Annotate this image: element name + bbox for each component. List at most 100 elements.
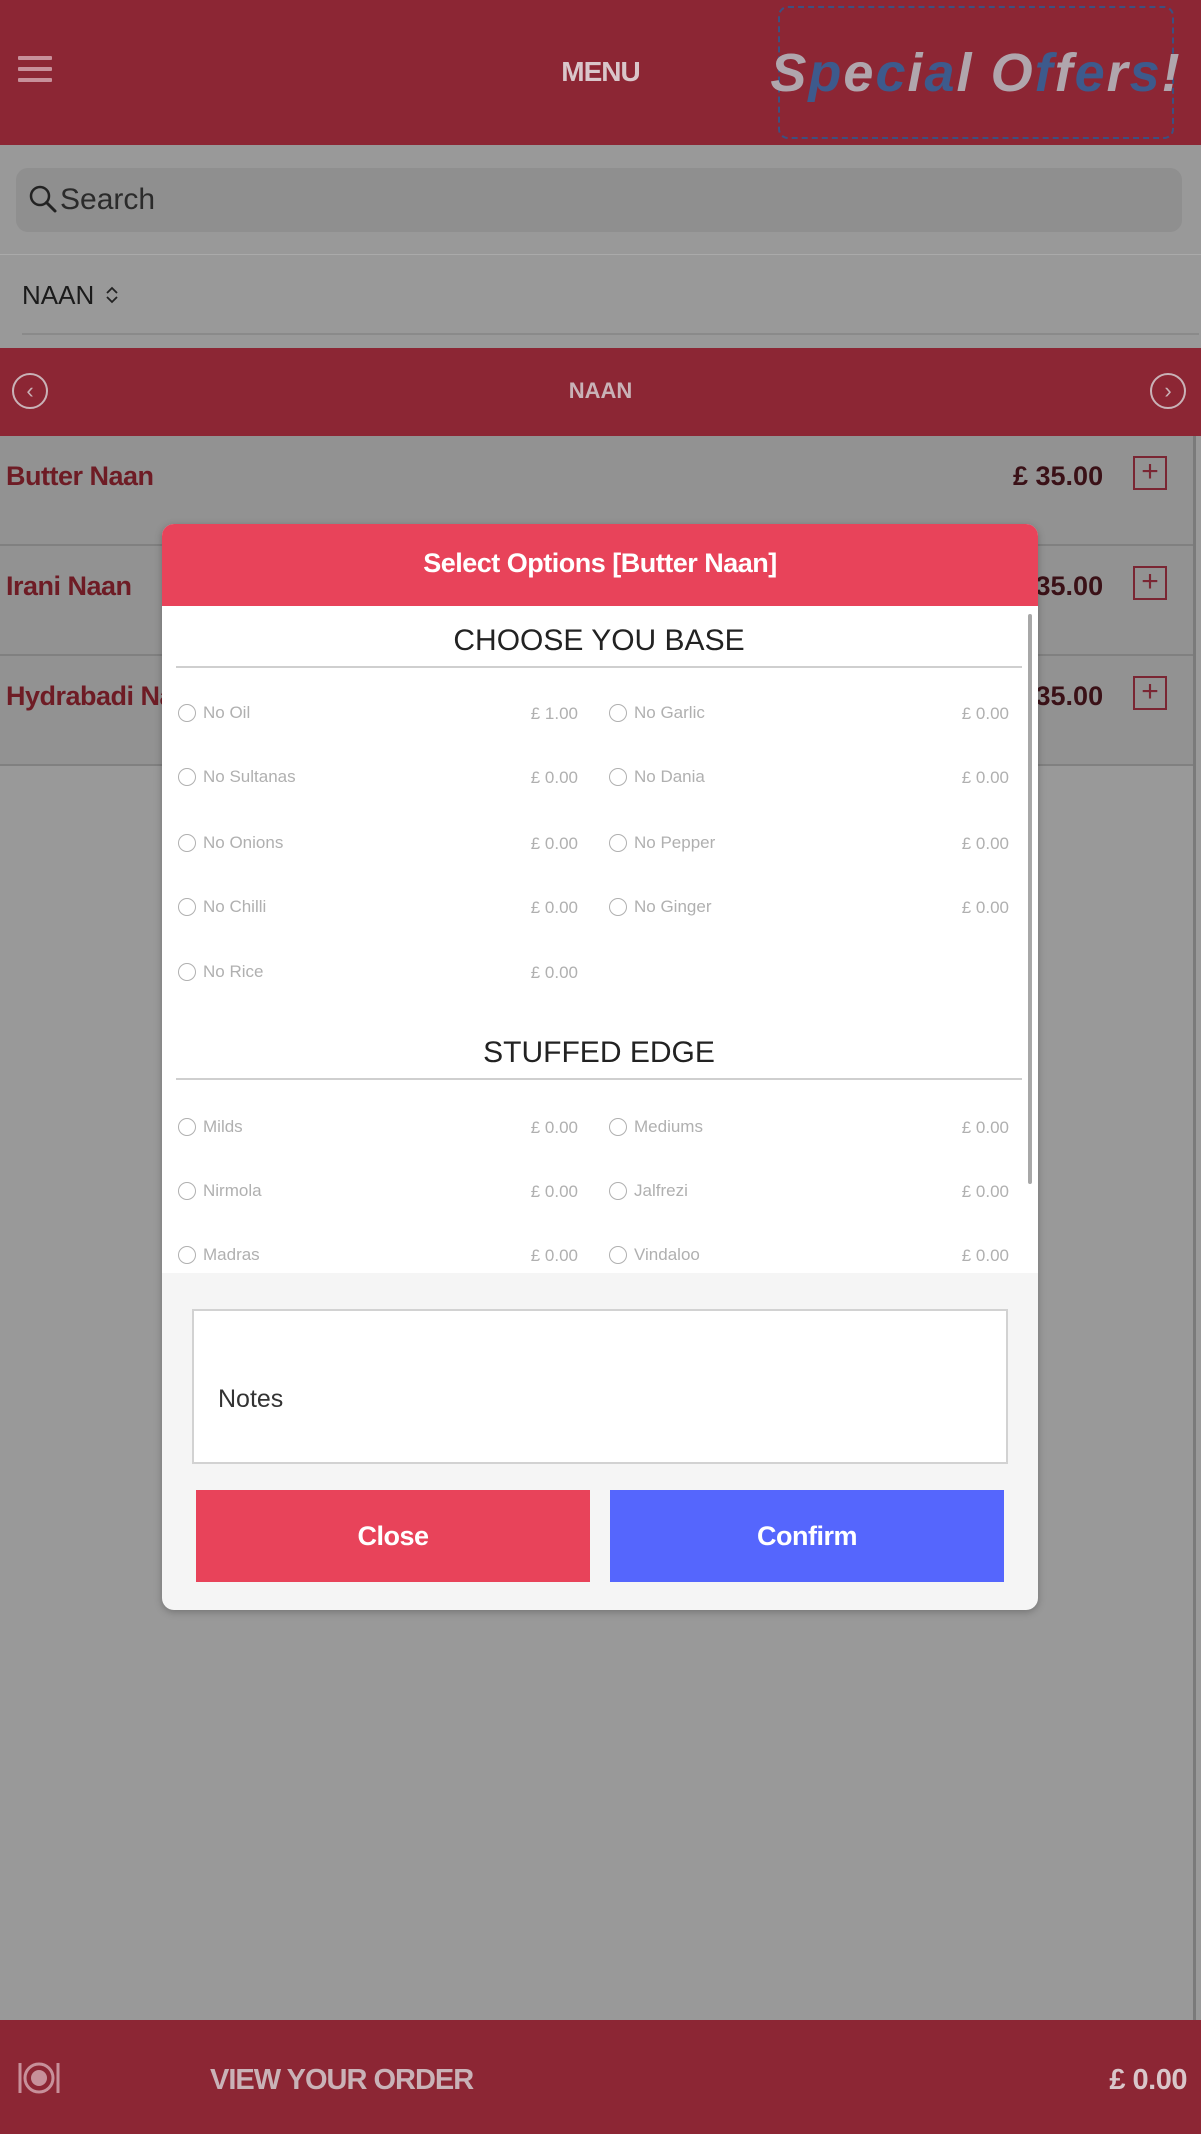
- special-offers-letter: O: [990, 42, 1035, 103]
- option-price: £ 0.00: [530, 768, 578, 787]
- option-label: No Dania: [634, 767, 705, 786]
- option-label: Milds: [203, 1117, 243, 1136]
- option-radio[interactable]: No Onions: [178, 828, 283, 858]
- radio-icon: [609, 704, 627, 722]
- search-area: [0, 145, 1201, 255]
- category-nav-bar: ‹ NAAN ›: [0, 348, 1201, 436]
- page-scrollbar[interactable]: [1193, 436, 1196, 2021]
- option-label: Jalfrezi: [634, 1181, 688, 1200]
- category-nav-title: NAAN: [568, 378, 633, 403]
- app-header: MENU Special Of f e r s!: [0, 0, 1201, 145]
- sort-chevrons-icon: [106, 286, 118, 304]
- option-radio[interactable]: No Pepper: [609, 828, 715, 858]
- plate-icon: [18, 2062, 60, 2094]
- option-radio[interactable]: No Ginger: [609, 892, 711, 922]
- option-price: £ 0.00: [961, 834, 1009, 853]
- special-offers-letter: e: [1074, 42, 1107, 103]
- confirm-button[interactable]: Confirm: [610, 1490, 1004, 1582]
- special-offers-letter: e: [843, 42, 876, 103]
- search-box: [16, 168, 1182, 232]
- option-price: £ 0.00: [961, 898, 1009, 917]
- option-price: £ 0.00: [530, 898, 578, 917]
- item-name: Irani Naan: [6, 571, 132, 601]
- modal-scrollbar[interactable]: [1028, 614, 1032, 1184]
- option-radio[interactable]: Madras: [178, 1240, 260, 1270]
- radio-icon: [178, 1182, 196, 1200]
- add-item-icon[interactable]: +: [1133, 676, 1167, 710]
- option-radio[interactable]: Nirmola: [178, 1176, 262, 1206]
- option-price: £ 0.00: [961, 704, 1009, 723]
- add-item-icon[interactable]: +: [1133, 566, 1167, 600]
- radio-icon: [609, 1246, 627, 1264]
- option-price: £ 1.00: [530, 704, 578, 723]
- special-offers-letter: f: [1034, 42, 1055, 103]
- option-price: £ 0.00: [961, 1246, 1009, 1265]
- option-radio[interactable]: No Chilli: [178, 892, 266, 922]
- option-radio[interactable]: No Garlic: [609, 698, 705, 728]
- option-label: No Onions: [203, 833, 284, 852]
- option-radio[interactable]: No Oil: [178, 698, 250, 728]
- radio-icon: [178, 768, 196, 786]
- option-label: Madras: [203, 1245, 260, 1264]
- radio-icon: [609, 1118, 627, 1136]
- option-label: No Garlic: [634, 703, 705, 722]
- section-title: STUFFED EDGE: [176, 1036, 1022, 1080]
- chevron-right-icon[interactable]: ›: [1150, 373, 1186, 409]
- option-radio[interactable]: No Rice: [178, 957, 263, 987]
- radio-icon: [178, 1118, 196, 1136]
- option-radio[interactable]: Mediums: [609, 1112, 703, 1142]
- special-offers-letter: s: [1129, 42, 1162, 103]
- radio-icon: [178, 898, 196, 916]
- modal-title: Select Options [Butter Naan]: [162, 524, 1038, 606]
- category-select[interactable]: NAAN: [22, 275, 120, 315]
- special-offers-letter: S: [770, 42, 809, 103]
- special-offers-letter: l: [956, 42, 974, 103]
- option-label: No Pepper: [634, 833, 716, 852]
- option-radio[interactable]: No Sultanas: [178, 762, 296, 792]
- special-offers-letter: !: [1161, 42, 1182, 103]
- order-total: £ 0.00: [1109, 2064, 1187, 2096]
- option-price: £ 0.00: [961, 1182, 1009, 1201]
- option-price: £ 0.00: [530, 1118, 578, 1137]
- special-offers-letter: i: [907, 42, 925, 103]
- option-label: No Ginger: [634, 897, 712, 916]
- option-price: £ 0.00: [961, 768, 1009, 787]
- special-offers-letter: [974, 42, 991, 104]
- special-offers-letter: a: [924, 42, 957, 103]
- view-order-label[interactable]: VIEW YOUR ORDER: [210, 2064, 474, 2097]
- special-offers-letter: r: [1106, 42, 1130, 103]
- radio-icon: [609, 1182, 627, 1200]
- close-button[interactable]: Close: [196, 1490, 590, 1582]
- radio-icon: [609, 834, 627, 852]
- option-label: Mediums: [634, 1117, 703, 1136]
- notes-field[interactable]: Notes: [192, 1309, 1008, 1464]
- option-price: £ 0.00: [530, 1246, 578, 1265]
- radio-icon: [178, 834, 196, 852]
- option-radio[interactable]: Milds: [178, 1112, 243, 1142]
- radio-icon: [178, 704, 196, 722]
- add-item-icon[interactable]: +: [1133, 456, 1167, 490]
- option-price: £ 0.00: [530, 834, 578, 853]
- option-radio[interactable]: Jalfrezi: [609, 1176, 688, 1206]
- search-icon: [29, 185, 57, 213]
- special-offers-button[interactable]: Special Of f e r s!: [770, 6, 1180, 139]
- radio-icon: [609, 768, 627, 786]
- option-label: No Rice: [203, 962, 264, 981]
- modal-options-panel: CHOOSE YOU BASE No Oil £ 1.00 No Garlic …: [162, 606, 1038, 1273]
- option-label: No Sultanas: [203, 767, 296, 786]
- search-input[interactable]: [60, 168, 1160, 232]
- category-select-value: NAAN: [22, 279, 95, 310]
- item-price: £ 35.00: [1013, 461, 1104, 491]
- options-modal: Select Options [Butter Naan] CHOOSE YOU …: [162, 524, 1038, 1610]
- special-offers-letter: f: [1054, 42, 1075, 103]
- special-offers-letter: c: [875, 42, 908, 103]
- option-label: Vindaloo: [634, 1245, 700, 1264]
- order-footer-bar[interactable]: VIEW YOUR ORDER £ 0.00: [0, 2020, 1201, 2134]
- item-name: Butter Naan: [6, 461, 154, 491]
- radio-icon: [178, 963, 196, 981]
- option-radio[interactable]: No Dania: [609, 762, 705, 792]
- option-radio[interactable]: Vindaloo: [609, 1240, 700, 1270]
- radio-icon: [178, 1246, 196, 1264]
- radio-icon: [609, 898, 627, 916]
- option-price: £ 0.00: [530, 963, 578, 982]
